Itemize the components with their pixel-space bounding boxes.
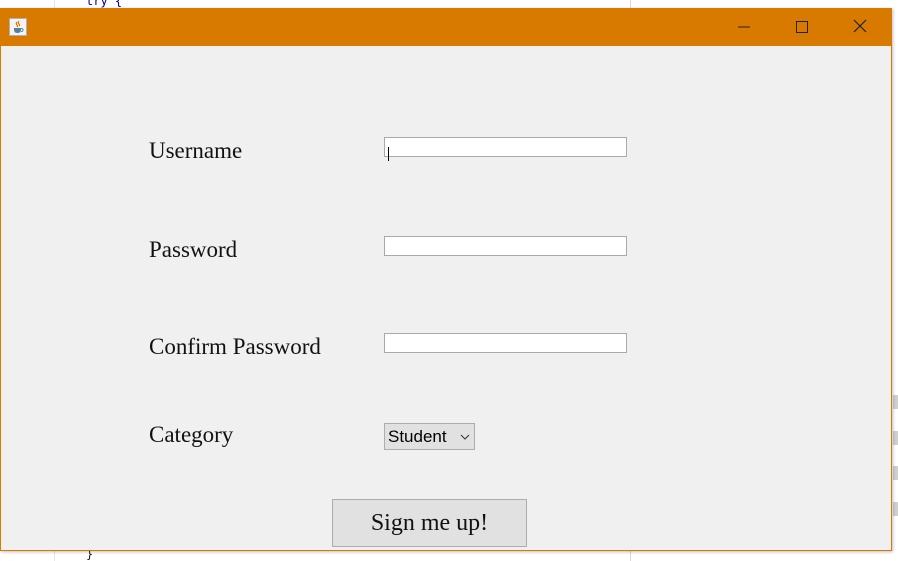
- editor-code-line-top: try {: [86, 0, 123, 8]
- maximize-button[interactable]: [773, 9, 831, 46]
- signup-window: Username Password Confirm Password Categ…: [0, 8, 892, 551]
- close-button[interactable]: [831, 9, 889, 46]
- editor-scroll-marker: [893, 431, 898, 445]
- minimize-icon: [738, 18, 750, 37]
- category-selected-value: Student: [388, 426, 447, 446]
- password-label: Password: [149, 237, 238, 262]
- category-dropdown[interactable]: Student: [384, 423, 475, 450]
- form-panel: Username Password Confirm Password Categ…: [1, 46, 891, 550]
- sign-up-button[interactable]: Sign me up!: [332, 499, 527, 547]
- password-field[interactable]: [384, 236, 627, 256]
- window-titlebar[interactable]: [1, 9, 891, 46]
- editor-scroll-marker: [893, 466, 898, 480]
- editor-scroll-marker: [893, 395, 898, 409]
- maximize-icon: [796, 18, 808, 37]
- close-icon: [853, 18, 867, 37]
- text-caret: [388, 147, 389, 161]
- chevron-down-icon: [456, 434, 474, 440]
- minimize-button[interactable]: [715, 9, 773, 46]
- confirm-password-field[interactable]: [384, 333, 627, 353]
- java-app-icon[interactable]: [9, 18, 27, 36]
- editor-scroll-marker: [893, 502, 898, 516]
- confirm-password-label: Confirm Password: [149, 334, 321, 359]
- category-label: Category: [149, 422, 234, 447]
- username-label: Username: [149, 138, 243, 163]
- username-field[interactable]: [384, 137, 627, 157]
